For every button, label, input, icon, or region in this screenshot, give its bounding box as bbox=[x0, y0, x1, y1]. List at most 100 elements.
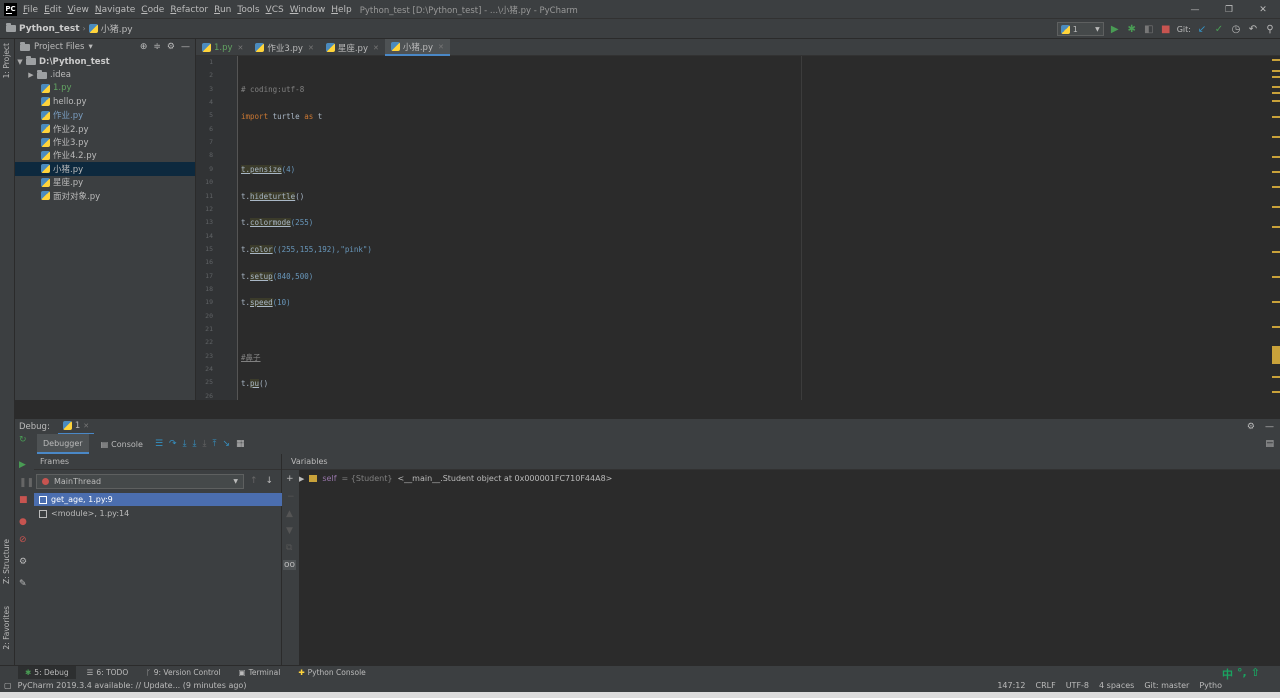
stripe-mark[interactable] bbox=[1272, 346, 1280, 364]
remove-watch-icon[interactable]: − bbox=[287, 492, 295, 502]
stripe-mark[interactable] bbox=[1272, 92, 1280, 94]
ime-punctuation[interactable]: °, bbox=[1237, 666, 1247, 684]
show-execution-point-icon[interactable]: ☰ bbox=[155, 439, 163, 449]
stripe-mark[interactable] bbox=[1272, 326, 1280, 328]
chevron-down-icon[interactable]: ▾ bbox=[88, 42, 92, 52]
tree-item-file[interactable]: 作业.py bbox=[15, 109, 195, 122]
debug-bug-icon[interactable]: ✱ bbox=[1126, 24, 1138, 35]
run-to-cursor-icon[interactable]: ↘ bbox=[223, 439, 231, 449]
menu-window[interactable]: Window bbox=[290, 5, 326, 15]
coverage-icon[interactable]: ◧ bbox=[1143, 24, 1155, 35]
line-number[interactable]: 1 bbox=[209, 58, 213, 66]
tree-item-file-selected[interactable]: 小猪.py bbox=[15, 162, 195, 176]
close-icon[interactable]: ✕ bbox=[373, 44, 379, 52]
search-icon[interactable]: ⚲ bbox=[1264, 24, 1276, 35]
pause-icon[interactable]: ❚❚ bbox=[19, 478, 34, 488]
tool-tab-version-control[interactable]: ᚴ 9: Version Control bbox=[139, 666, 227, 680]
tree-item-file[interactable]: 面对对象.py bbox=[15, 189, 195, 202]
step-over-icon[interactable]: ↷ bbox=[169, 439, 177, 449]
menu-run[interactable]: Run bbox=[214, 5, 231, 15]
console-tab[interactable]: ▤ Console bbox=[95, 434, 149, 454]
stripe-mark[interactable] bbox=[1272, 301, 1280, 303]
indent-setting[interactable]: 4 spaces bbox=[1099, 681, 1134, 690]
line-number[interactable]: 2 bbox=[209, 71, 213, 79]
tree-root[interactable]: ▼ D:\Python_test bbox=[15, 55, 195, 68]
git-branch[interactable]: Git: master bbox=[1144, 681, 1189, 690]
tool-tab-terminal[interactable]: ▣ Terminal bbox=[232, 666, 288, 680]
tree-item-idea[interactable]: ▶ .idea bbox=[15, 68, 195, 81]
add-watch-icon[interactable]: + bbox=[286, 474, 294, 484]
close-icon[interactable]: ✕ bbox=[438, 43, 444, 51]
line-number[interactable]: 13 bbox=[205, 218, 213, 226]
stripe-mark[interactable] bbox=[1272, 156, 1280, 158]
view-breakpoints-icon[interactable]: ● bbox=[19, 517, 27, 527]
stripe-mark[interactable] bbox=[1272, 171, 1280, 173]
menu-refactor[interactable]: Refactor bbox=[170, 5, 208, 15]
line-number[interactable]: 9 bbox=[209, 165, 213, 173]
file-encoding[interactable]: UTF-8 bbox=[1066, 681, 1089, 690]
minimize-button[interactable]: — bbox=[1178, 0, 1212, 19]
hide-icon[interactable]: — bbox=[1265, 422, 1274, 432]
menu-vcs[interactable]: VCS bbox=[266, 5, 284, 15]
stripe-mark[interactable] bbox=[1272, 226, 1280, 228]
stop-icon[interactable]: ■ bbox=[1160, 24, 1172, 35]
line-separator[interactable]: CRLF bbox=[1036, 681, 1056, 690]
tree-item-file[interactable]: 星座.py bbox=[15, 176, 195, 189]
chevron-right-icon[interactable]: ▶ bbox=[27, 71, 35, 79]
step-out-icon[interactable]: ⤒ bbox=[213, 439, 217, 449]
tool-tab-python-console[interactable]: ✚ Python Console bbox=[291, 666, 372, 680]
event-log-icon[interactable]: ▢ bbox=[4, 681, 12, 690]
rerun-icon[interactable]: ↻ bbox=[19, 435, 27, 445]
gear-icon[interactable]: ⚙ bbox=[1247, 422, 1255, 432]
line-number[interactable]: 18 bbox=[205, 285, 213, 293]
collapse-icon[interactable]: ≑ bbox=[153, 42, 161, 52]
rollback-icon[interactable]: ↶ bbox=[1247, 24, 1259, 35]
ime-shift-icon[interactable]: ⇧ bbox=[1251, 666, 1260, 684]
line-number[interactable]: 5 bbox=[209, 111, 213, 119]
stripe-mark[interactable] bbox=[1272, 100, 1280, 102]
run-configuration-select[interactable]: 1 ▼ bbox=[1056, 22, 1104, 36]
gear-icon[interactable]: ⚙ bbox=[19, 557, 27, 567]
stripe-mark[interactable] bbox=[1272, 376, 1280, 378]
gear-icon[interactable]: ⚙ bbox=[167, 42, 175, 52]
ime-language[interactable]: 中 bbox=[1222, 666, 1233, 684]
move-down-icon[interactable]: ▼ bbox=[286, 526, 293, 536]
chevron-down-icon[interactable]: ▼ bbox=[16, 58, 24, 66]
line-number[interactable]: 15 bbox=[205, 245, 213, 253]
tree-item-file[interactable]: hello.py bbox=[15, 95, 195, 108]
step-into-my-code-icon[interactable]: ⤓ bbox=[193, 439, 197, 449]
stripe-mark[interactable] bbox=[1272, 59, 1280, 61]
stripe-mark[interactable] bbox=[1272, 86, 1280, 88]
stripe-mark[interactable] bbox=[1272, 116, 1280, 118]
stripe-mark[interactable] bbox=[1272, 186, 1280, 188]
breadcrumb-project[interactable]: Python_test bbox=[19, 24, 80, 34]
move-up-icon[interactable]: ▲ bbox=[286, 509, 293, 519]
frame-row-selected[interactable]: get_age, 1.py:9 bbox=[34, 493, 282, 506]
chevron-right-icon[interactable]: ▶ bbox=[299, 475, 304, 483]
line-number[interactable]: 17 bbox=[205, 272, 213, 280]
stripe-mark[interactable] bbox=[1272, 251, 1280, 253]
frame-row[interactable]: <module>, 1.py:14 bbox=[34, 507, 282, 520]
line-number[interactable]: 3 bbox=[209, 85, 213, 93]
line-number[interactable]: 11 bbox=[205, 192, 213, 200]
pin-icon[interactable]: ✎ bbox=[19, 579, 27, 589]
line-number[interactable]: 23 bbox=[205, 352, 213, 360]
stripe-mark[interactable] bbox=[1272, 276, 1280, 278]
locate-icon[interactable]: ⊕ bbox=[140, 42, 148, 52]
menu-edit[interactable]: Edit bbox=[44, 5, 61, 15]
structure-tool-tab[interactable]: Z: Structure bbox=[2, 539, 11, 584]
layout-icon[interactable]: ▤ bbox=[1265, 439, 1280, 449]
hide-icon[interactable]: — bbox=[181, 42, 190, 52]
resume-icon[interactable]: ▶ bbox=[19, 460, 26, 470]
editor-tab-active[interactable]: 小猪.py ✕ bbox=[384, 39, 450, 56]
git-commit-icon[interactable]: ✓ bbox=[1213, 24, 1225, 35]
project-view-select[interactable]: Project Files bbox=[34, 42, 84, 52]
caret-position[interactable]: 147:12 bbox=[997, 681, 1025, 690]
line-number[interactable]: 22 bbox=[205, 338, 213, 346]
tree-item-file[interactable]: 作业2.py bbox=[15, 122, 195, 135]
copy-icon[interactable]: ⧉ bbox=[286, 543, 292, 553]
python-interpreter[interactable]: Pytho bbox=[1199, 681, 1222, 690]
stripe-mark[interactable] bbox=[1272, 206, 1280, 208]
debugger-tab[interactable]: Debugger bbox=[37, 434, 89, 454]
line-number[interactable]: 7 bbox=[209, 138, 213, 146]
